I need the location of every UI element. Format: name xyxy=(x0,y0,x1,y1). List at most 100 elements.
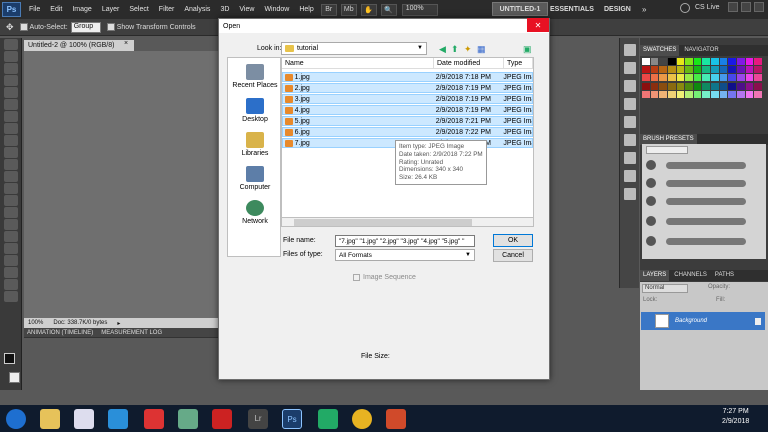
auto-select-checkbox[interactable] xyxy=(19,23,28,31)
color-swatch[interactable] xyxy=(685,58,693,65)
horizontal-scrollbar[interactable] xyxy=(281,217,534,227)
app-icon[interactable] xyxy=(318,409,338,429)
color-swatch[interactable] xyxy=(711,74,719,82)
look-in-dropdown[interactable]: tutorial ▼ xyxy=(281,42,427,55)
color-swatch[interactable] xyxy=(685,82,693,90)
column-type[interactable]: Type xyxy=(504,58,533,69)
color-swatch[interactable] xyxy=(685,74,693,82)
ok-button[interactable]: OK xyxy=(493,234,533,247)
color-swatch[interactable] xyxy=(676,58,685,65)
status-zoom[interactable]: 100% xyxy=(28,320,43,326)
blur-tool-icon[interactable] xyxy=(4,183,18,194)
cancel-button[interactable]: Cancel xyxy=(493,249,533,262)
paragraph-panel-icon[interactable] xyxy=(624,116,636,128)
color-swatch[interactable] xyxy=(754,82,762,90)
color-swatch[interactable] xyxy=(659,90,667,98)
tab-channels[interactable]: CHANNELS xyxy=(671,270,710,281)
color-swatch[interactable] xyxy=(745,74,754,82)
3d-camera-tool-icon[interactable] xyxy=(4,267,18,278)
color-swatch[interactable] xyxy=(642,66,650,74)
hand-tool-icon[interactable]: ✋ xyxy=(360,3,377,16)
menu-filter[interactable]: Filter xyxy=(154,6,180,13)
view-menu-icon[interactable]: ▦ xyxy=(477,44,486,55)
zoom-level-select[interactable]: 100% xyxy=(401,3,438,16)
app2-icon[interactable] xyxy=(386,409,406,429)
color-swatch[interactable] xyxy=(659,66,667,74)
color-swatch[interactable] xyxy=(642,90,650,98)
color-swatch[interactable] xyxy=(711,58,719,65)
color-swatch[interactable] xyxy=(737,74,745,82)
color-swatch[interactable] xyxy=(737,90,745,98)
file-row[interactable]: 4.jpg 2/9/2018 7:19 PM JPEG Image xyxy=(282,105,533,115)
dialog-close-button[interactable]: ✕ xyxy=(527,18,549,32)
color-swatch[interactable] xyxy=(737,58,745,65)
menu-edit[interactable]: Edit xyxy=(45,6,67,13)
brush-tool-icon[interactable] xyxy=(4,123,18,134)
color-swatch[interactable] xyxy=(693,74,702,82)
character-panel-icon[interactable] xyxy=(624,98,636,110)
status-arrow-icon[interactable]: ▸ xyxy=(117,320,120,327)
taskbar-clock[interactable]: 7:27 PM 2/9/2018 xyxy=(722,407,749,427)
color-swatch[interactable] xyxy=(745,90,754,98)
media-player-icon[interactable] xyxy=(108,409,128,429)
cs-live-link[interactable]: CS Live xyxy=(695,4,720,11)
document-canvas[interactable] xyxy=(24,51,218,318)
masks-panel-icon[interactable] xyxy=(624,152,636,164)
menu-select[interactable]: Select xyxy=(124,6,153,13)
dodge-tool-icon[interactable] xyxy=(4,195,18,206)
clone-stamp-tool-icon[interactable] xyxy=(4,135,18,146)
color-swatch[interactable] xyxy=(685,90,693,98)
minimize-icon[interactable] xyxy=(728,2,738,12)
lightroom-icon[interactable]: Lr xyxy=(248,409,268,429)
quick-select-tool-icon[interactable] xyxy=(4,75,18,86)
menu-3d[interactable]: 3D xyxy=(215,6,234,13)
type-tool-icon[interactable] xyxy=(4,219,18,230)
tab-measurement-log[interactable]: MEASUREMENT LOG xyxy=(101,330,162,336)
healing-brush-tool-icon[interactable] xyxy=(4,111,18,122)
tab-animation-timeline[interactable]: ANIMATION (TIMELINE) xyxy=(27,330,93,336)
bridge-icon[interactable]: Br xyxy=(320,3,337,16)
move-tool-icon[interactable]: ✥ xyxy=(6,22,14,33)
color-swatch[interactable] xyxy=(676,82,685,90)
color-swatch[interactable] xyxy=(650,66,659,74)
workspace-design[interactable]: DESIGN xyxy=(604,6,631,13)
color-swatch[interactable] xyxy=(737,82,745,90)
file-row[interactable]: 3.jpg 2/9/2018 7:19 PM JPEG Image xyxy=(282,94,533,104)
color-swatch[interactable] xyxy=(667,74,676,82)
zoom-tool-icon[interactable] xyxy=(4,291,18,302)
place-desktop[interactable]: Desktop xyxy=(228,98,282,123)
file-explorer-icon[interactable] xyxy=(40,409,60,429)
color-swatch[interactable] xyxy=(728,66,737,74)
color-swatch[interactable] xyxy=(702,66,711,74)
column-name[interactable]: Name xyxy=(282,58,434,69)
new-folder-icon[interactable]: ✦ xyxy=(464,44,472,55)
layer-row-background[interactable]: Background xyxy=(641,312,765,330)
color-swatch[interactable] xyxy=(719,90,728,98)
scrollbar-thumb[interactable] xyxy=(294,219,472,226)
place-libraries[interactable]: Libraries xyxy=(228,132,282,157)
file-name-input[interactable]: "7.jpg" "1.jpg" "2.jpg" "3.jpg" "4.jpg" … xyxy=(335,235,475,247)
menu-analysis[interactable]: Analysis xyxy=(179,6,215,13)
color-swatch[interactable] xyxy=(693,82,702,90)
color-swatch[interactable] xyxy=(728,74,737,82)
files-of-type-dropdown[interactable]: All Formats ▼ xyxy=(335,249,475,261)
color-swatch[interactable] xyxy=(685,66,693,74)
place-recent[interactable]: Recent Places xyxy=(228,64,282,89)
color-swatch[interactable] xyxy=(719,58,728,65)
hand-tool-icon[interactable] xyxy=(4,279,18,290)
background-color-swatch[interactable] xyxy=(9,372,20,383)
tab-navigator[interactable]: NAVIGATOR xyxy=(681,45,721,56)
tool-presets-panel-icon[interactable] xyxy=(624,170,636,182)
start-button-icon[interactable] xyxy=(6,409,26,429)
color-swatch[interactable] xyxy=(642,82,650,90)
color-swatch[interactable] xyxy=(719,66,728,74)
color-swatch[interactable] xyxy=(728,58,737,65)
3d-rotate-tool-icon[interactable] xyxy=(4,255,18,266)
color-swatch[interactable] xyxy=(667,90,676,98)
color-swatch[interactable] xyxy=(693,66,702,74)
zoom-tool-icon[interactable]: 🔍 xyxy=(380,3,397,16)
foreground-color-swatch[interactable] xyxy=(4,353,15,364)
lasso-tool-icon[interactable] xyxy=(4,63,18,74)
notepad-icon[interactable] xyxy=(74,409,94,429)
file-row[interactable]: 1.jpg 2/9/2018 7:18 PM JPEG Image xyxy=(282,72,533,82)
